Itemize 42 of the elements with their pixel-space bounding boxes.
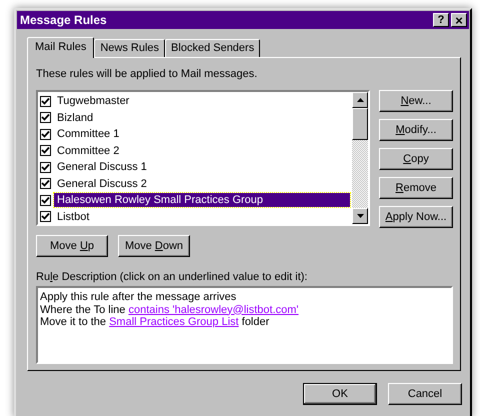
value-link[interactable]: contains 'halesrowley@listbot.com': [128, 304, 299, 316]
scrollbar[interactable]: [352, 92, 368, 224]
checkbox[interactable]: [40, 128, 51, 140]
checkbox[interactable]: [40, 178, 51, 190]
rule-action-button[interactable]: Remove: [379, 177, 453, 199]
rule-item[interactable]: Bizland: [54, 110, 96, 125]
rule-item[interactable]: Tugwebmaster: [54, 94, 132, 108]
help-button[interactable]: ?: [433, 13, 449, 27]
tab[interactable]: Mail Rules: [27, 37, 94, 58]
rule-item[interactable]: Committee 1: [54, 127, 122, 142]
rule-item[interactable]: Listbot: [54, 210, 92, 224]
scroll-up-icon[interactable]: [352, 92, 368, 108]
checkbox[interactable]: [40, 145, 51, 156]
dialog-button[interactable]: OK: [303, 383, 377, 405]
rule-action-button[interactable]: Copy: [379, 148, 453, 170]
dialog-button[interactable]: Cancel: [388, 383, 462, 405]
tab[interactable]: News Rules: [94, 39, 166, 57]
checkbox[interactable]: [40, 211, 51, 222]
rule-action-button[interactable]: Modify...: [379, 119, 453, 141]
close-button[interactable]: ×: [451, 13, 467, 27]
window-title: Message Rules: [20, 13, 108, 27]
rule-action-button[interactable]: Apply Now...: [379, 206, 453, 228]
move-button[interactable]: Move Up: [36, 235, 108, 257]
checkbox[interactable]: [40, 194, 51, 206]
checkbox[interactable]: [40, 96, 51, 107]
rule-action-button[interactable]: New...: [379, 90, 453, 112]
rule-item[interactable]: General Discuss 1: [54, 160, 150, 174]
intro-text: These rules will be applied to Mail messages.: [36, 68, 258, 80]
rule-item[interactable]: Committee 2: [54, 144, 122, 158]
value-link[interactable]: Small Practices Group List: [109, 316, 239, 328]
scroll-thumb[interactable]: [352, 108, 368, 140]
description-line: Move it to the Small Practices Group List folder: [40, 316, 270, 328]
description-line: Apply this rule after the message arrives: [40, 291, 238, 304]
rule-item[interactable]: General Discuss 2: [54, 176, 150, 191]
checkbox[interactable]: [40, 112, 51, 124]
move-button[interactable]: Move Down: [118, 235, 190, 257]
scroll-down-icon[interactable]: [352, 208, 368, 224]
description-label: Rule Description (click on an underlined value to edit it):: [36, 271, 308, 283]
checkbox[interactable]: [40, 162, 51, 173]
description-line: Where the To line contains 'halesrowley@listbot.com': [40, 304, 300, 316]
tab[interactable]: Blocked Senders: [165, 39, 260, 57]
rule-item[interactable]: Halesowen Rowley Small Practices Group: [54, 193, 350, 208]
